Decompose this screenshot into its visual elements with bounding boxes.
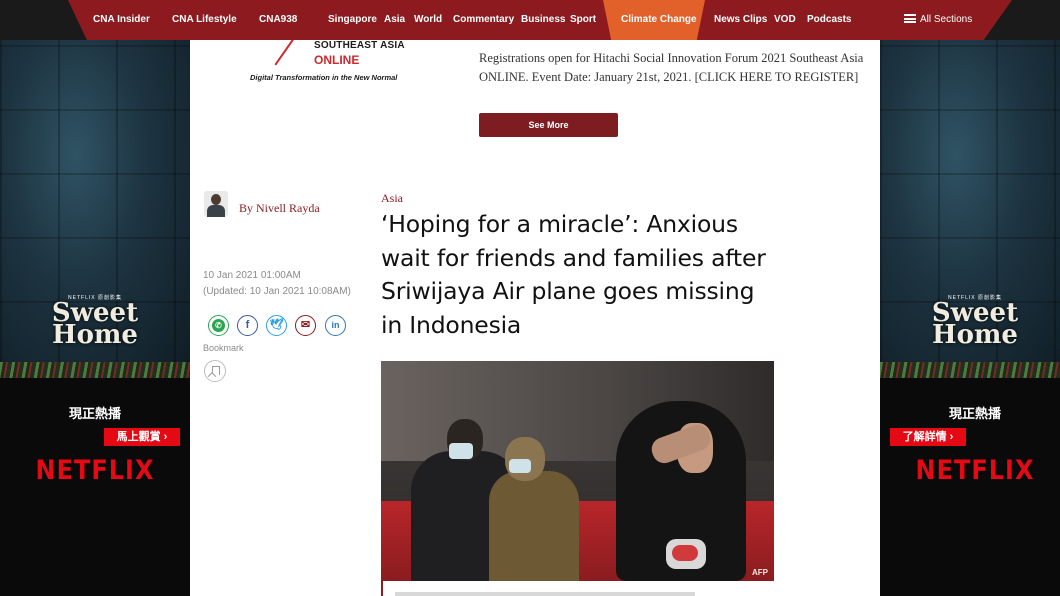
linkedin-icon[interactable]: in — [325, 315, 346, 336]
nav-item-world[interactable]: World — [414, 0, 442, 40]
main-content: SOUTHEAST ASIA ONLINE Digital Transforma… — [190, 40, 880, 596]
logo-tagline: Digital Transformation in the New Normal — [250, 73, 398, 82]
see-more-button[interactable]: See More — [479, 113, 618, 137]
top-navigation: CNA Insider CNA Lifestyle CNA938 Singapo… — [0, 0, 1060, 40]
ad-decoration — [880, 362, 1060, 378]
ad-show-title: Sweet Home — [0, 300, 190, 350]
updated-time: (Updated: 10 Jan 2021 10:08AM) — [203, 286, 351, 297]
nav-item-vod[interactable]: VOD — [774, 0, 796, 40]
nav-item-podcasts[interactable]: Podcasts — [807, 0, 851, 40]
right-wallpaper-ad[interactable]: NETFLIX 原創影集 Sweet Home 現正熱播 了解詳情 › NETF… — [880, 40, 1060, 596]
ad-now-streaming: 現正熱播 — [948, 406, 1001, 421]
promo-text[interactable]: Registrations open for Hitachi Social In… — [479, 49, 869, 87]
ad-watch-now-button[interactable]: 馬上觀賞 › — [104, 428, 180, 446]
logo-line1: SOUTHEAST ASIA — [314, 40, 405, 51]
all-sections-label: All Sections — [920, 14, 973, 25]
nav-item-cna938[interactable]: CNA938 — [259, 0, 297, 40]
ad-netflix-logo: NETFLIX — [915, 454, 1035, 486]
logo-slash-mark — [274, 40, 296, 66]
article-hero-image[interactable]: AFP — [381, 361, 774, 581]
photo-mask-1 — [449, 443, 473, 459]
ad-learn-more-button[interactable]: 了解詳情 › — [890, 428, 966, 446]
nav-item-climate-change[interactable]: Climate Change — [621, 0, 697, 40]
nav-item-asia[interactable]: Asia — [384, 0, 405, 40]
nav-item-news-clips[interactable]: News Clips — [714, 0, 767, 40]
nav-item-cna-lifestyle[interactable]: CNA Lifestyle — [172, 0, 237, 40]
ad-decoration — [0, 362, 190, 378]
photo-bag — [666, 539, 706, 569]
ad-now-streaming: 現正熱播 — [68, 406, 121, 421]
photo-credit: AFP — [752, 568, 768, 577]
author-name-link[interactable]: By Nivell Rayda — [239, 201, 320, 216]
nav-item-sport[interactable]: Sport — [570, 0, 596, 40]
nav-item-commentary[interactable]: Commentary — [453, 0, 514, 40]
photo-mask-2 — [509, 459, 531, 473]
ad-show-title: Sweet Home — [880, 300, 1060, 350]
ad-netflix-logo: NETFLIX — [35, 454, 155, 486]
facebook-icon[interactable]: f — [237, 315, 258, 336]
ad-show-title-line2: Home — [932, 320, 1018, 350]
whatsapp-icon[interactable]: ✆ — [208, 315, 229, 336]
bookmark-icon[interactable] — [204, 360, 226, 382]
logo-line2: ONLINE — [314, 53, 360, 67]
bookmark-label: Bookmark — [203, 343, 244, 353]
published-time: 10 Jan 2021 01:00AM — [203, 270, 301, 281]
hamburger-menu-icon — [904, 14, 916, 23]
avatar-head — [211, 194, 221, 205]
twitter-icon[interactable]: 🕊 — [266, 315, 287, 336]
publish-date: 10 Jan 2021 01:00AM (Updated: 10 Jan 202… — [203, 268, 351, 300]
article-headline: ‘Hoping for a miracle’: Anxious wait for… — [381, 210, 766, 339]
left-wallpaper-ad[interactable]: NETFLIX 原創影集 Sweet Home 現正熱播 馬上觀賞 › NETF… — [0, 40, 190, 596]
article-category[interactable]: Asia — [381, 191, 403, 206]
nav-item-singapore[interactable]: Singapore — [328, 0, 377, 40]
author-avatar[interactable] — [204, 191, 228, 217]
nav-item-business[interactable]: Business — [521, 0, 565, 40]
nav-item-cna-insider[interactable]: CNA Insider — [93, 0, 150, 40]
photo-person-2 — [489, 471, 579, 581]
email-icon[interactable]: ✉ — [295, 315, 316, 336]
ad-show-title-line2: Home — [52, 320, 138, 350]
image-caption — [381, 581, 776, 596]
promo-logo[interactable]: SOUTHEAST ASIA ONLINE Digital Transforma… — [248, 40, 418, 85]
avatar-body — [207, 205, 225, 217]
all-sections-button[interactable]: All Sections — [904, 0, 972, 40]
caption-text-blurred — [395, 592, 695, 596]
